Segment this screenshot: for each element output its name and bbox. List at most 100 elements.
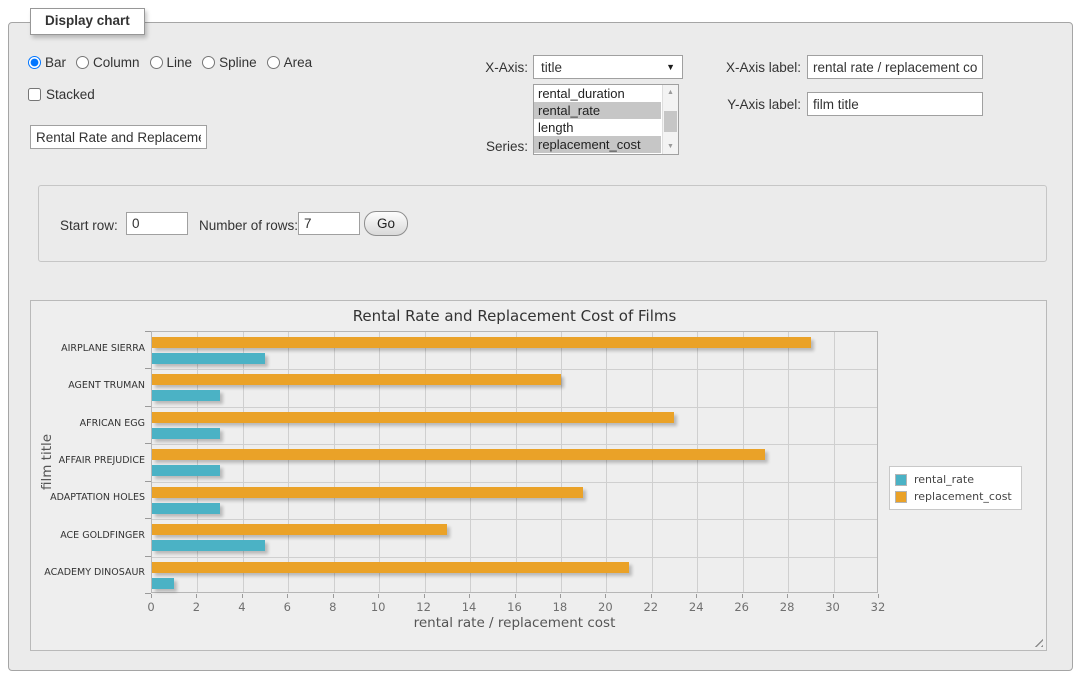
bar-replacement-cost-adaptation-holes bbox=[152, 487, 583, 498]
chart-type-label-line: Line bbox=[167, 55, 193, 70]
x-tick-label-0: 0 bbox=[136, 600, 166, 614]
bar-replacement-cost-ace-goldfinger bbox=[152, 524, 447, 535]
x-axis-label-input[interactable] bbox=[807, 55, 983, 79]
chart-type-option-area[interactable]: Area bbox=[267, 55, 313, 70]
series-option-rental-duration[interactable]: rental_duration bbox=[534, 85, 661, 102]
series-scrollbar[interactable]: ▲ ▼ bbox=[662, 85, 678, 154]
bar-replacement-cost-agent-truman bbox=[152, 374, 561, 385]
gridline-h-2 bbox=[152, 407, 877, 408]
x-axis-label-field-label: X-Axis label: bbox=[700, 60, 801, 75]
bar-replacement-cost-affair-prejudice bbox=[152, 449, 765, 460]
chart-title-input[interactable] bbox=[30, 125, 207, 149]
chart-title: Rental Rate and Replacement Cost of Film… bbox=[151, 307, 878, 325]
x-tick-label-18: 18 bbox=[545, 600, 575, 614]
y-tick-label-ace-goldfinger: ACE GOLDFINGER bbox=[35, 530, 145, 541]
scroll-up-icon[interactable]: ▲ bbox=[663, 85, 678, 100]
chart-type-label-spline: Spline bbox=[219, 55, 257, 70]
gridline-v-18 bbox=[561, 332, 562, 592]
series-option-rental-rate[interactable]: rental_rate bbox=[534, 102, 661, 119]
chart-container: Rental Rate and Replacement Cost of Film… bbox=[30, 300, 1047, 651]
gridline-h-5 bbox=[152, 519, 877, 520]
x-tick-label-20: 20 bbox=[590, 600, 620, 614]
series-list-label: Series: bbox=[446, 139, 528, 154]
bar-replacement-cost-african-egg bbox=[152, 412, 674, 423]
x-axis-select[interactable]: title ▼ bbox=[533, 55, 683, 79]
display-chart-page: Display chart Bar Column Line Spline Area St… bbox=[0, 0, 1081, 681]
legend-item-rental-rate: rental_rate bbox=[895, 471, 1012, 488]
chart-type-label-area: Area bbox=[284, 55, 313, 70]
chart-type-option-bar[interactable]: Bar bbox=[28, 55, 66, 70]
gridline-v-14 bbox=[470, 332, 471, 592]
stacked-checkbox-row[interactable]: Stacked bbox=[28, 87, 95, 102]
y-tick-mark-0 bbox=[145, 331, 151, 332]
stacked-checkbox[interactable] bbox=[28, 88, 41, 101]
x-tick-label-12: 12 bbox=[409, 600, 439, 614]
chart-type-radio-line[interactable] bbox=[150, 56, 163, 69]
x-tick-label-10: 10 bbox=[363, 600, 393, 614]
gridline-v-26 bbox=[743, 332, 744, 592]
resize-handle-icon[interactable] bbox=[1031, 635, 1043, 647]
y-tick-mark-5 bbox=[145, 518, 151, 519]
y-tick-label-academy-dinosaur: ACADEMY DINOSAUR bbox=[35, 567, 145, 578]
x-tick-mark-20 bbox=[605, 594, 606, 598]
y-tick-mark-1 bbox=[145, 368, 151, 369]
chart-type-radio-area[interactable] bbox=[267, 56, 280, 69]
chart-type-group: Bar Column Line Spline Area bbox=[28, 55, 312, 70]
scrollbar-thumb[interactable] bbox=[664, 111, 677, 132]
bar-rental-rate-adaptation-holes bbox=[152, 503, 220, 514]
x-tick-label-32: 32 bbox=[863, 600, 893, 614]
legend-swatch-replacement-cost bbox=[895, 491, 907, 503]
x-tick-label-30: 30 bbox=[818, 600, 848, 614]
x-tick-label-24: 24 bbox=[681, 600, 711, 614]
chart-type-label-bar: Bar bbox=[45, 55, 66, 70]
chart-type-option-column[interactable]: Column bbox=[76, 55, 140, 70]
y-tick-label-agent-truman: AGENT TRUMAN bbox=[35, 380, 145, 391]
bar-rental-rate-academy-dinosaur bbox=[152, 578, 174, 589]
dropdown-arrow-icon: ▼ bbox=[666, 62, 675, 72]
gridline-h-1 bbox=[152, 369, 877, 370]
chart-x-axis-title: rental rate / replacement cost bbox=[151, 615, 878, 631]
gridline-v-6 bbox=[288, 332, 289, 592]
x-tick-mark-4 bbox=[242, 594, 243, 598]
y-axis-label-input[interactable] bbox=[807, 92, 983, 116]
number-of-rows-input[interactable] bbox=[298, 212, 360, 235]
series-listbox[interactable]: rental_durationrental_ratelengthreplacem… bbox=[533, 84, 679, 155]
x-tick-mark-32 bbox=[878, 594, 879, 598]
gridline-v-28 bbox=[788, 332, 789, 592]
bar-rental-rate-agent-truman bbox=[152, 390, 220, 401]
gridline-v-8 bbox=[334, 332, 335, 592]
x-tick-mark-6 bbox=[287, 594, 288, 598]
go-button[interactable]: Go bbox=[364, 211, 408, 236]
x-axis-select-label: X-Axis: bbox=[446, 60, 528, 75]
y-tick-label-adaptation-holes: ADAPTATION HOLES bbox=[35, 492, 145, 503]
gridline-v-10 bbox=[379, 332, 380, 592]
x-tick-label-14: 14 bbox=[454, 600, 484, 614]
x-tick-label-22: 22 bbox=[636, 600, 666, 614]
gridline-v-24 bbox=[697, 332, 698, 592]
scroll-down-icon[interactable]: ▼ bbox=[663, 139, 678, 154]
legend-swatch-rental-rate bbox=[895, 474, 907, 486]
gridline-v-22 bbox=[652, 332, 653, 592]
stacked-label: Stacked bbox=[46, 87, 95, 102]
x-tick-mark-8 bbox=[333, 594, 334, 598]
bar-replacement-cost-academy-dinosaur bbox=[152, 562, 629, 573]
x-tick-label-4: 4 bbox=[227, 600, 257, 614]
gridline-h-4 bbox=[152, 482, 877, 483]
series-option-replacement-cost[interactable]: replacement_cost bbox=[534, 136, 661, 153]
y-tick-mark-2 bbox=[145, 406, 151, 407]
start-row-input[interactable] bbox=[126, 212, 188, 235]
panel-tab: Display chart bbox=[30, 8, 145, 35]
chart-type-radio-column[interactable] bbox=[76, 56, 89, 69]
x-tick-mark-16 bbox=[515, 594, 516, 598]
y-tick-mark-4 bbox=[145, 481, 151, 482]
legend-label-replacement-cost: replacement_cost bbox=[914, 490, 1012, 503]
chart-type-radio-spline[interactable] bbox=[202, 56, 215, 69]
chart-type-option-spline[interactable]: Spline bbox=[202, 55, 257, 70]
gridline-h-6 bbox=[152, 557, 877, 558]
x-tick-mark-28 bbox=[787, 594, 788, 598]
chart-type-radio-bar[interactable] bbox=[28, 56, 41, 69]
gridline-v-16 bbox=[516, 332, 517, 592]
chart-type-option-line[interactable]: Line bbox=[150, 55, 193, 70]
series-options: rental_durationrental_ratelengthreplacem… bbox=[534, 85, 661, 154]
series-option-length[interactable]: length bbox=[534, 119, 661, 136]
